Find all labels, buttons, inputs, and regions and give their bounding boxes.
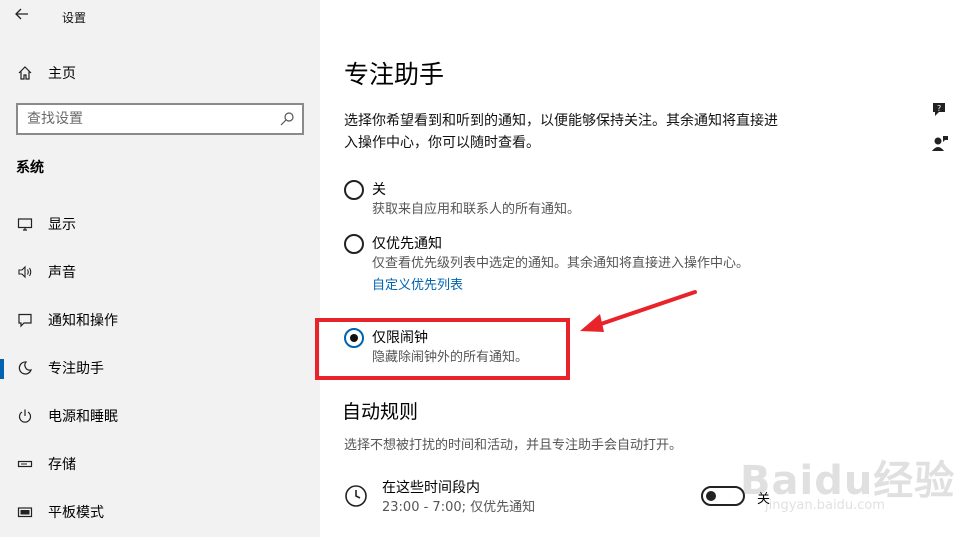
title-bar: 设置: [0, 0, 320, 34]
monitor-icon: [16, 215, 34, 233]
sidebar-home[interactable]: 主页: [16, 62, 76, 84]
storage-icon: [16, 455, 34, 473]
back-arrow-icon: [15, 8, 28, 20]
radio-button[interactable]: [344, 234, 364, 254]
search-input[interactable]: [27, 111, 267, 127]
radio-button[interactable]: [344, 180, 364, 200]
sidebar-item-label: 专注助手: [48, 361, 104, 377]
option-label: 关: [372, 182, 386, 198]
sidebar-item-tablet-mode[interactable]: 平板模式: [0, 492, 320, 532]
tablet-icon: [16, 503, 34, 521]
sidebar: 设置 主页 系统 显示 声音 通知和操作 专注助手 电源和睡眠 存储 平板模式: [0, 0, 320, 537]
sidebar-item-label: 声音: [48, 265, 76, 281]
feedback-icon[interactable]: ?: [930, 100, 950, 120]
section-description: 选择不想被打扰的时间和活动，并且专注助手会自动打开。: [344, 438, 683, 453]
sidebar-item-notifications[interactable]: 通知和操作: [0, 300, 320, 340]
person-feedback-icon[interactable]: [930, 134, 950, 154]
sidebar-home-label: 主页: [48, 66, 76, 82]
sidebar-item-label: 存储: [48, 457, 76, 473]
sidebar-item-label: 显示: [48, 217, 76, 233]
svg-text:?: ?: [937, 104, 941, 113]
watermark: Baidu经验 jingyan.baidu.com: [700, 428, 960, 528]
rule-during-these-times[interactable]: 在这些时间段内 23:00 - 7:00; 仅优先通知: [344, 478, 535, 518]
back-button[interactable]: [14, 6, 36, 26]
rule-detail: 23:00 - 7:00; 仅优先通知: [382, 500, 536, 515]
section-heading-auto-rules: 自动规则: [342, 401, 419, 423]
message-icon: [16, 311, 34, 329]
home-icon: [16, 64, 34, 82]
sidebar-item-display[interactable]: 显示: [0, 204, 320, 244]
page-title: 专注助手: [344, 60, 445, 89]
clock-icon: [345, 485, 367, 507]
sidebar-item-power[interactable]: 电源和睡眠: [0, 396, 320, 436]
option-priority-only[interactable]: 仅优先通知 仅查看优先级列表中选定的通知。其余通知将直接进入操作中心。 自定义优…: [344, 234, 782, 296]
page-description: 选择你希望看到和听到的通知，以便能够保持关注。其余通知将直接进入操作中心，你可以…: [344, 113, 778, 151]
window-title: 设置: [62, 11, 87, 25]
section-label: 系统: [16, 160, 44, 176]
annotation-arrow-icon: [580, 290, 697, 332]
sidebar-item-storage[interactable]: 存储: [0, 444, 320, 484]
search-icon: [280, 112, 294, 126]
search-box[interactable]: [16, 103, 304, 135]
watermark-url: jingyan.baidu.com: [765, 498, 885, 513]
highlight-box: [315, 318, 570, 380]
moon-icon: [16, 359, 34, 377]
sidebar-item-label: 电源和睡眠: [48, 409, 118, 425]
option-off[interactable]: 关 获取来自应用和联系人的所有通知。: [344, 180, 782, 220]
option-description: 获取来自应用和联系人的所有通知。: [372, 202, 581, 217]
option-description: 仅查看优先级列表中选定的通知。其余通知将直接进入操作中心。: [372, 256, 750, 271]
sidebar-item-label: 通知和操作: [48, 313, 118, 329]
speaker-icon: [16, 263, 34, 281]
sidebar-item-focus-assist[interactable]: 专注助手: [0, 348, 320, 388]
option-label: 仅优先通知: [372, 236, 442, 252]
power-icon: [16, 407, 34, 425]
sidebar-item-label: 平板模式: [48, 505, 104, 521]
rule-name: 在这些时间段内: [382, 480, 480, 496]
sidebar-item-sound[interactable]: 声音: [0, 252, 320, 292]
customize-priority-list-link[interactable]: 自定义优先列表: [372, 276, 463, 296]
